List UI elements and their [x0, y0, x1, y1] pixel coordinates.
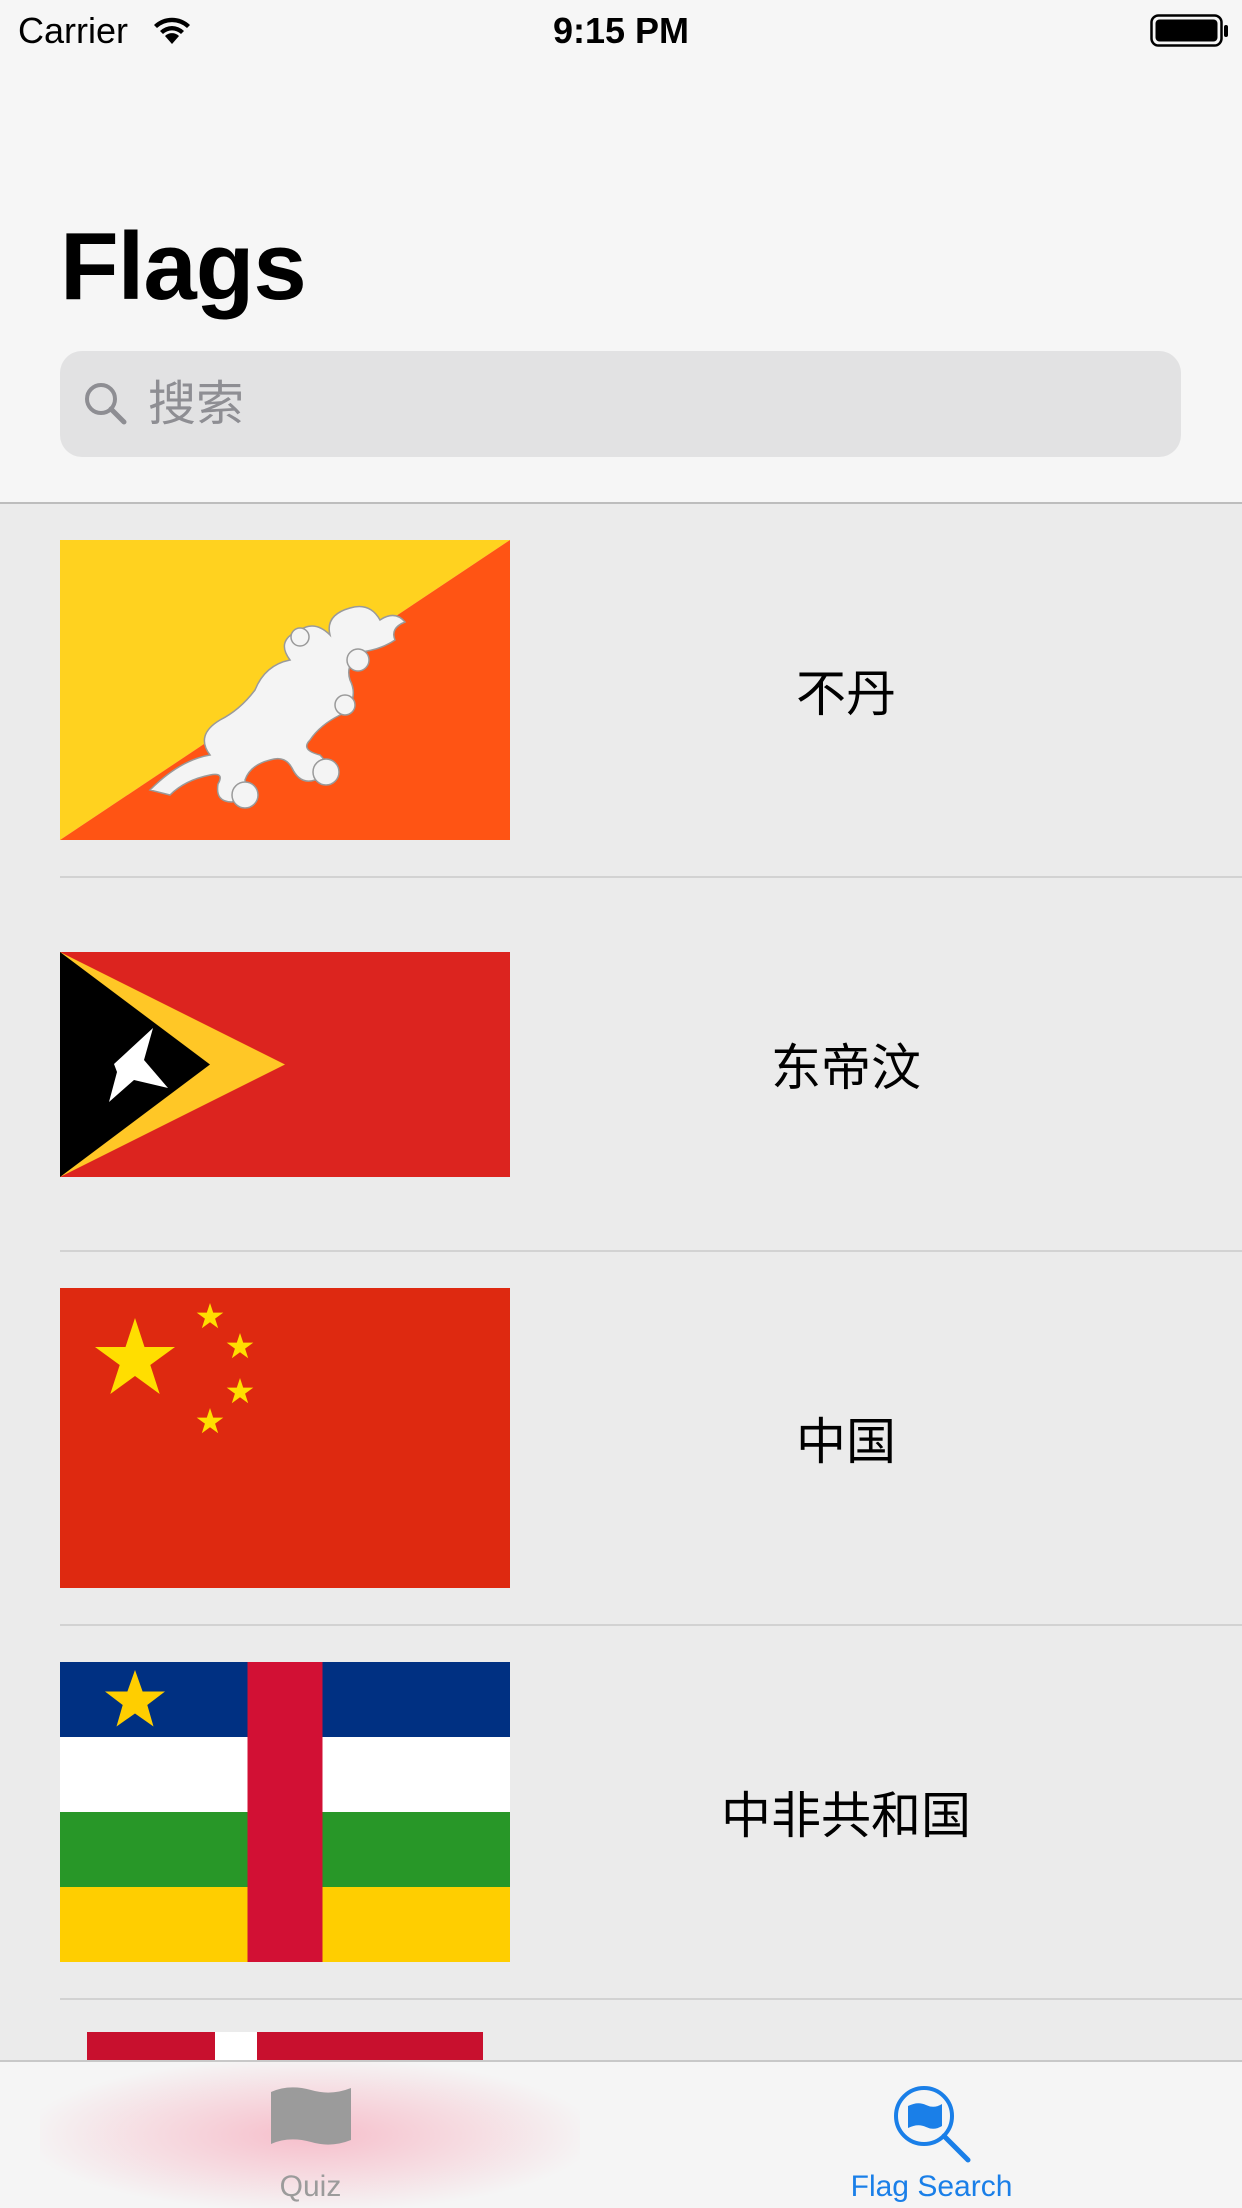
country-name: 东帝汶 — [771, 1040, 921, 1096]
list-item[interactable]: 东帝汶 — [0, 878, 1242, 1252]
status-bar: Carrier 9:15 PM — [0, 0, 1242, 60]
search-icon — [82, 380, 130, 433]
tab-flag-search[interactable]: Flag Search — [621, 2062, 1242, 2208]
list-item[interactable]: 中国 — [0, 1252, 1242, 1626]
country-name: 中非共和国 — [721, 1788, 971, 1844]
flag-search-icon — [621, 2084, 1242, 2169]
tab-bar: Quiz Flag Search — [0, 2060, 1242, 2208]
row-divider — [60, 1998, 1242, 2000]
list-item[interactable]: 不丹 — [0, 504, 1242, 878]
east-timor-flag — [60, 952, 510, 1182]
country-name: 不丹 — [796, 666, 896, 722]
navigation-header: Flags — [0, 60, 1242, 504]
clock-time: 9:15 PM — [552, 10, 690, 51]
search-input[interactable] — [148, 351, 1148, 457]
bhutan-flag — [60, 540, 510, 845]
tab-label: Flag Search — [850, 2170, 1013, 2203]
china-flag — [60, 1288, 510, 1593]
flag-icon — [0, 2084, 621, 2153]
flag-list: 不丹 东帝汶 中国 中非共和国 — [0, 504, 1242, 2000]
tab-label: Quiz — [279, 2170, 342, 2203]
battery-icon — [1150, 14, 1230, 53]
country-name: 中国 — [796, 1414, 896, 1470]
list-item[interactable]: 中非共和国 — [0, 1626, 1242, 2000]
central-african-republic-flag — [60, 1662, 510, 1967]
search-bar[interactable] — [60, 351, 1181, 457]
page-title: Flags — [60, 213, 307, 320]
tab-quiz[interactable]: Quiz — [0, 2062, 621, 2208]
